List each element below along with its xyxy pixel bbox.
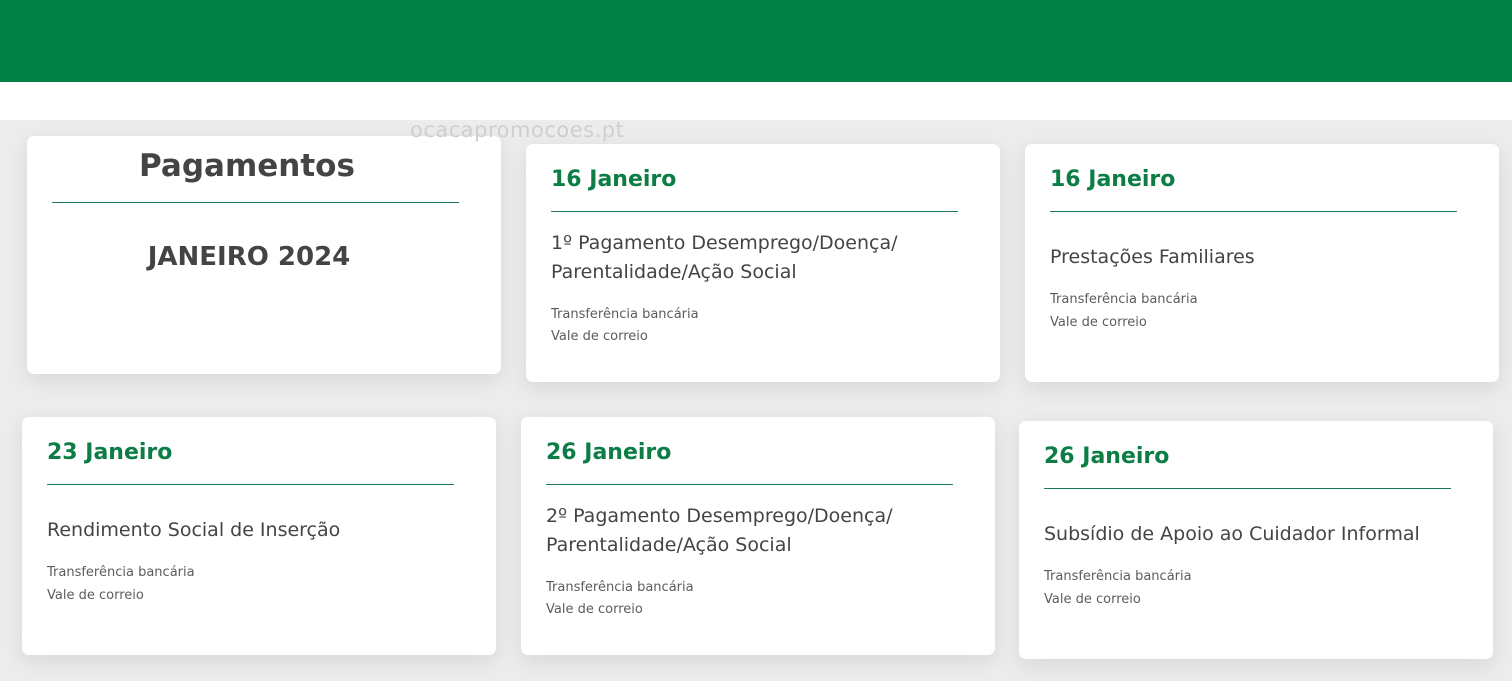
card-divider bbox=[1044, 488, 1451, 489]
card-divider bbox=[546, 484, 953, 485]
payment-method: Vale de correio bbox=[1044, 592, 1141, 607]
payment-method: Vale de correio bbox=[1050, 315, 1147, 330]
payment-method: Vale de correio bbox=[47, 588, 144, 603]
payment-description: Rendimento Social de Inserção bbox=[47, 519, 341, 541]
payment-card: 23 Janeiro Rendimento Social de Inserção… bbox=[22, 417, 496, 655]
payment-date: 16 Janeiro bbox=[551, 167, 677, 192]
payment-description: 1º Pagamento Desemprego/Doença/ Parental… bbox=[551, 232, 898, 283]
payment-card: 26 Janeiro Subsídio de Apoio ao Cuidador… bbox=[1019, 421, 1493, 659]
payment-card: 16 Janeiro Prestações Familiares Transfe… bbox=[1025, 144, 1499, 382]
payment-method: Vale de correio bbox=[551, 329, 648, 344]
payment-date: 26 Janeiro bbox=[1044, 444, 1170, 469]
intro-month: JANEIRO 2024 bbox=[147, 242, 351, 272]
payment-description: Prestações Familiares bbox=[1050, 246, 1255, 268]
intro-title: Pagamentos bbox=[139, 148, 355, 184]
payment-date: 23 Janeiro bbox=[47, 440, 173, 465]
payment-method: Transferência bancária bbox=[1050, 292, 1198, 307]
payment-date: 16 Janeiro bbox=[1050, 167, 1176, 192]
payment-description: 2º Pagamento Desemprego/Doença/ Parental… bbox=[546, 505, 893, 556]
payment-card: 16 Janeiro 1º Pagamento Desemprego/Doenç… bbox=[526, 144, 1000, 382]
card-divider bbox=[551, 211, 958, 212]
payment-date: 26 Janeiro bbox=[546, 440, 672, 465]
payment-method: Transferência bancária bbox=[551, 307, 699, 322]
payment-card: 26 Janeiro 2º Pagamento Desemprego/Doenç… bbox=[521, 417, 995, 655]
intro-divider bbox=[52, 202, 459, 203]
payment-method: Transferência bancária bbox=[47, 565, 195, 580]
intro-card: Pagamentos JANEIRO 2024 bbox=[27, 136, 501, 374]
top-header-bar bbox=[0, 0, 1512, 82]
payment-method: Vale de correio bbox=[546, 602, 643, 617]
card-divider bbox=[1050, 211, 1457, 212]
payment-description: Subsídio de Apoio ao Cuidador Informal bbox=[1044, 523, 1420, 545]
header-spacer bbox=[0, 82, 1512, 120]
card-divider bbox=[47, 484, 454, 485]
payment-method: Transferência bancária bbox=[546, 580, 694, 595]
watermark-text: ocacapromocoes.pt bbox=[410, 118, 625, 142]
payment-method: Transferência bancária bbox=[1044, 569, 1192, 584]
